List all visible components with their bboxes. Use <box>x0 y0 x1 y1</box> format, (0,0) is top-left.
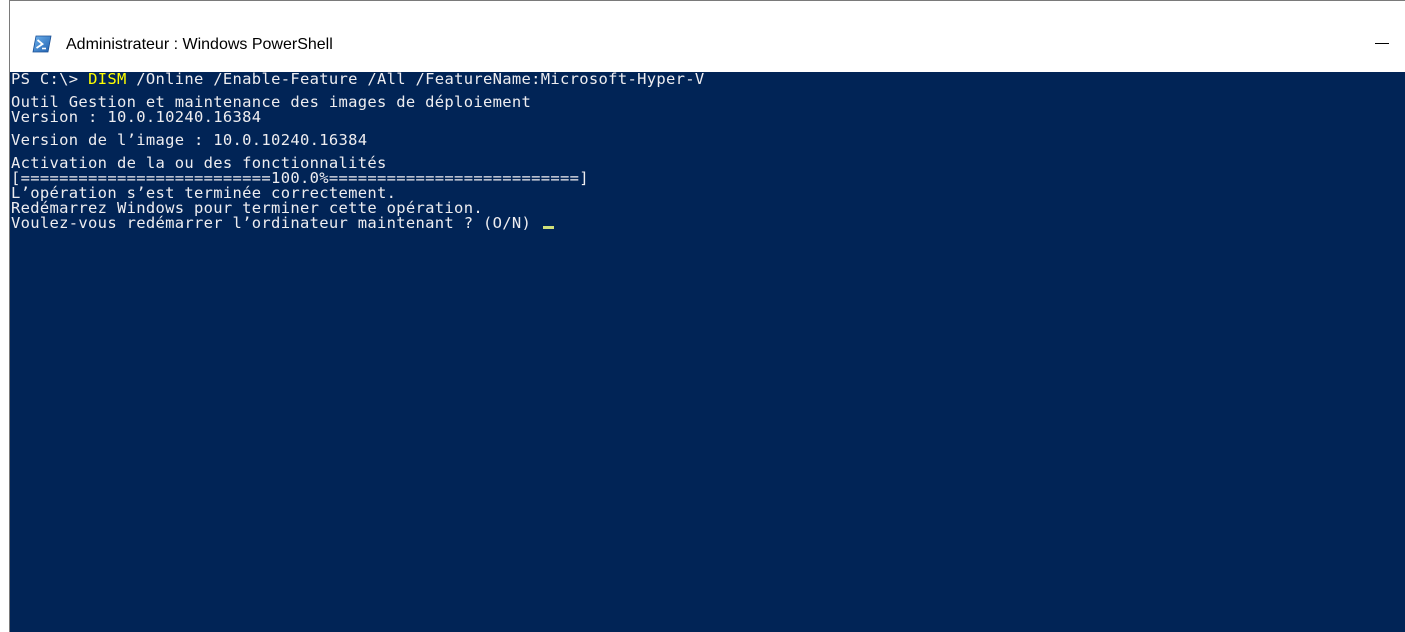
restart-question: Voulez-vous redémarrer l’ordinateur main… <box>11 214 541 232</box>
command-name: DISM <box>88 70 127 88</box>
restart-question-line: Voulez-vous redémarrer l’ordinateur main… <box>11 214 1405 232</box>
prompt: PS C:\> <box>11 70 89 88</box>
image-version-line: Version de l’image : 10.0.10240.16384 <box>11 131 368 149</box>
powershell-icon <box>32 34 52 54</box>
console-output[interactable]: PS C:\> DISM /Online /Enable-Feature /Al… <box>10 70 1405 632</box>
title-bar[interactable]: Administrateur : Windows PowerShell <box>10 1 1405 72</box>
powershell-window: Administrateur : Windows PowerShell PS C… <box>9 0 1405 632</box>
command-line: PS C:\> DISM /Online /Enable-Feature /Al… <box>11 70 1405 88</box>
tool-version-line: Version : 10.0.10240.16384 <box>11 108 262 126</box>
minimize-button[interactable] <box>1359 21 1405 65</box>
command-arguments: /Online /Enable-Feature /All /FeatureNam… <box>126 70 705 88</box>
minimize-icon <box>1375 43 1389 44</box>
window-title: Administrateur : Windows PowerShell <box>66 36 333 53</box>
text-cursor <box>542 226 554 229</box>
